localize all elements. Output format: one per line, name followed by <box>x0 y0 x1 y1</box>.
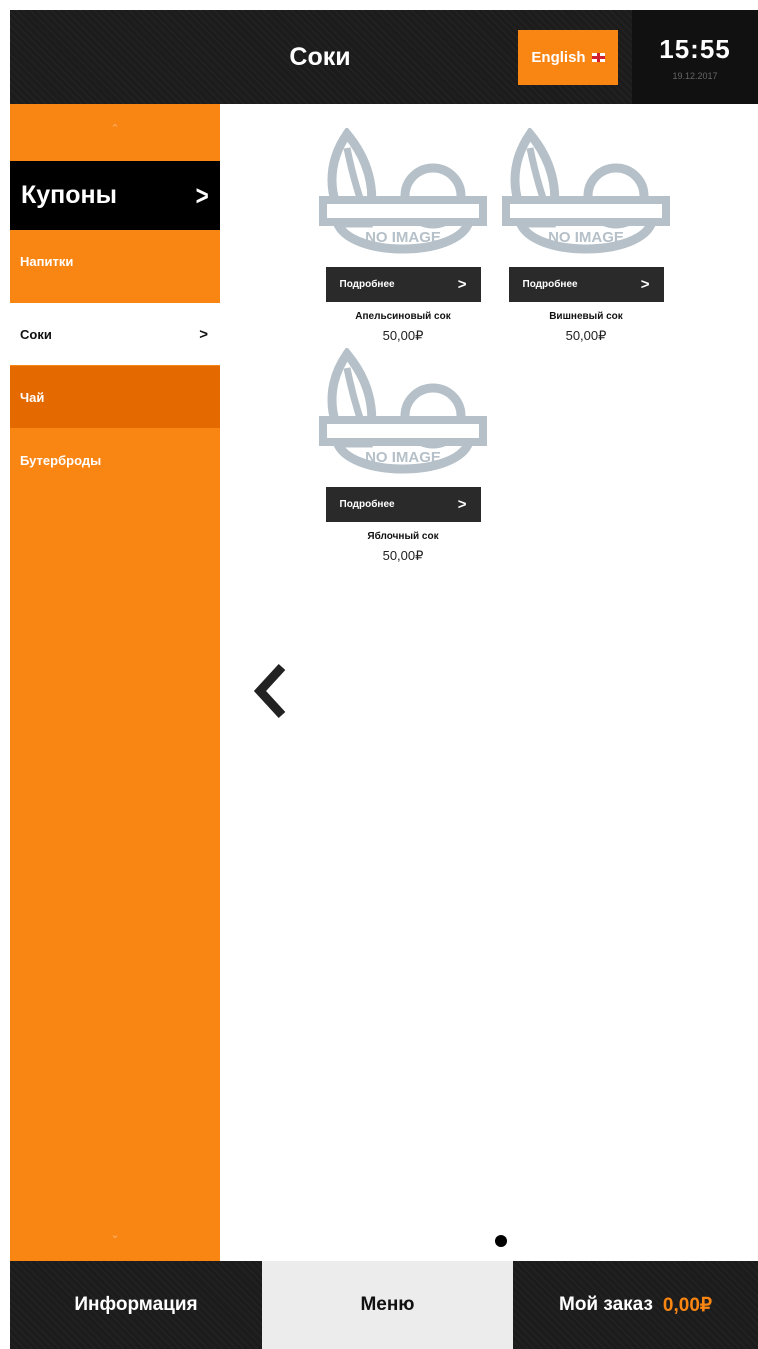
menu-label: Меню <box>360 1294 415 1315</box>
product-name: Вишневый сок <box>549 311 623 322</box>
information-button[interactable]: Информация <box>10 1261 262 1349</box>
details-label: Подробнее <box>522 279 578 290</box>
product-price: 50,00₽ <box>382 548 424 563</box>
scroll-down-chevron-icon[interactable]: ⌄ <box>10 1228 220 1241</box>
category-sidebar: ⌃ Купоны > Напитки Соки > Чай Бутерброды… <box>10 104 220 1261</box>
no-image-placeholder-icon: NO IMAGE <box>319 126 487 254</box>
product-price: 50,00₽ <box>382 328 424 343</box>
page-indicator-dot[interactable] <box>495 1235 507 1247</box>
product-card[interactable]: NO IMAGE Подробнее > Апельсиновый сок 50… <box>319 126 487 344</box>
order-total: 0,00₽ <box>662 1294 712 1316</box>
chevron-right-icon: > <box>640 276 650 293</box>
previous-page-arrow-icon[interactable] <box>250 661 290 721</box>
uk-flag-icon <box>591 53 605 62</box>
my-order-button[interactable]: Мой заказ 0,00₽ <box>513 1261 758 1349</box>
product-card[interactable]: NO IMAGE Подробнее > Вишневый сок 50,00₽ <box>502 126 670 344</box>
sidebar-item-drinks[interactable]: Напитки <box>10 230 220 292</box>
information-label: Информация <box>74 1294 198 1315</box>
details-button[interactable]: Подробнее > <box>508 267 664 302</box>
no-image-text: NO IMAGE <box>548 229 624 246</box>
language-label: English <box>531 49 586 66</box>
language-button[interactable]: English <box>518 30 618 85</box>
sidebar-item-label: Напитки <box>20 253 74 269</box>
chevron-right-icon: > <box>457 496 467 513</box>
product-name: Яблочный сок <box>367 531 439 542</box>
scroll-up-chevron-icon[interactable]: ⌃ <box>10 122 220 135</box>
clock-panel: 15:55 19.12.2017 <box>632 10 758 104</box>
sidebar-item-sandwiches[interactable]: Бутерброды <box>10 429 220 491</box>
product-name: Апельсиновый сок <box>355 311 451 322</box>
sidebar-item-label: Чай <box>20 389 45 405</box>
clock-time: 15:55 <box>659 34 731 64</box>
details-label: Подробнее <box>339 499 395 510</box>
product-grid: NO IMAGE Подробнее > Апельсиновый сок 50… <box>220 104 758 1261</box>
my-order-label: Мой заказ <box>559 1294 653 1315</box>
no-image-placeholder-icon: NO IMAGE <box>319 346 487 474</box>
sidebar-item-label: Бутерброды <box>20 452 102 468</box>
details-label: Подробнее <box>339 279 395 290</box>
kiosk-screen: Соки English 15:55 19.12.2017 ⌃ Купоны >… <box>10 10 758 1349</box>
no-image-placeholder-icon: NO IMAGE <box>502 126 670 254</box>
bottom-nav: Информация Меню Мой заказ 0,00₽ <box>10 1261 758 1349</box>
menu-button[interactable]: Меню <box>262 1261 513 1349</box>
no-image-text: NO IMAGE <box>365 229 441 246</box>
sidebar-item-label: Соки <box>20 326 52 342</box>
details-button[interactable]: Подробнее > <box>325 487 481 522</box>
chevron-right-icon: > <box>199 325 208 343</box>
details-button[interactable]: Подробнее > <box>325 267 481 302</box>
chevron-right-icon: > <box>195 179 209 211</box>
sidebar-item-juices[interactable]: Соки > <box>10 303 220 365</box>
no-image-text: NO IMAGE <box>365 449 441 466</box>
product-card[interactable]: NO IMAGE Подробнее > Яблочный сок 50,00₽ <box>319 346 487 564</box>
sidebar-item-coupons[interactable]: Купоны > <box>10 161 220 230</box>
sidebar-item-tea[interactable]: Чай <box>10 366 220 428</box>
chevron-right-icon: > <box>457 276 467 293</box>
header-bar: Соки English 15:55 19.12.2017 <box>10 10 758 104</box>
coupons-label: Купоны <box>21 181 117 209</box>
product-price: 50,00₽ <box>565 328 607 343</box>
clock-date: 19.12.2017 <box>672 71 718 81</box>
